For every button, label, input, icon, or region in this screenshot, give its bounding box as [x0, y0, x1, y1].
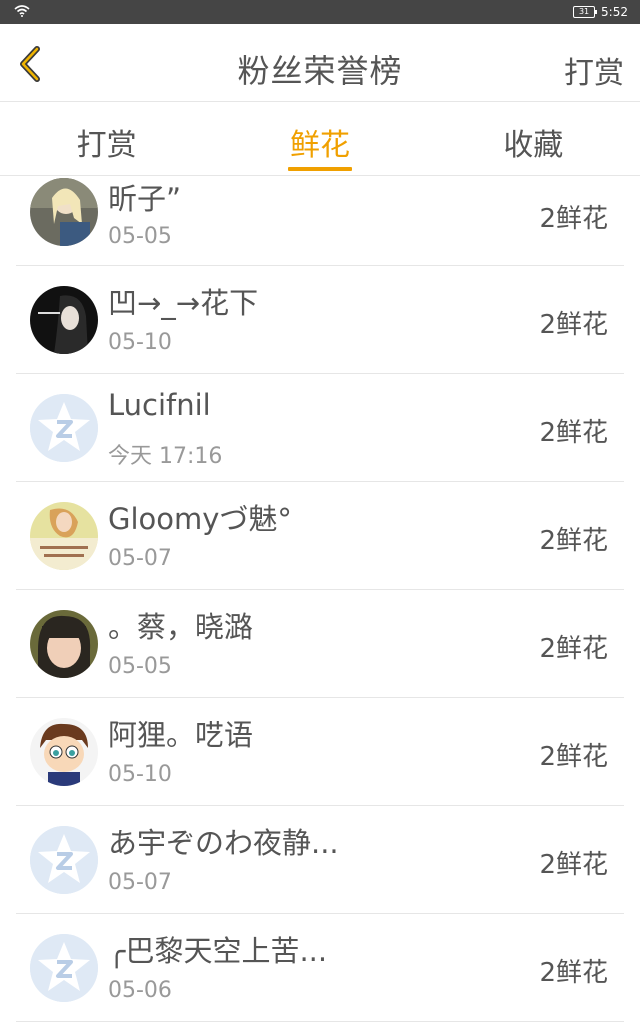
list-item[interactable]: 昕子” 05-05 2鲜花: [16, 176, 624, 266]
wifi-icon: [14, 4, 30, 20]
fan-name: 。蔡，晓潞: [108, 610, 254, 644]
tab-favorites[interactable]: 收藏: [427, 102, 640, 175]
fan-name: Lucifnil: [108, 388, 211, 422]
status-bar: 31 5:52: [0, 0, 640, 24]
list-item[interactable]: 凹→_→花下 05-10 2鲜花: [16, 266, 624, 374]
fan-date: 05-07: [108, 870, 172, 895]
avatar: [30, 178, 98, 246]
status-right: 31 5:52: [573, 5, 628, 19]
fan-name: 凹→_→花下: [108, 286, 259, 320]
tab-reward[interactable]: 打赏: [0, 102, 213, 175]
list-item[interactable]: Gloomyづ魅° 05-07 2鲜花: [16, 482, 624, 590]
avatar: [30, 286, 98, 354]
flower-count: 2鲜花: [539, 204, 608, 234]
avatar: [30, 610, 98, 678]
list-item[interactable]: Lucifnil 今天 17:16 2鲜花: [16, 374, 624, 482]
fan-name: Gloomyづ魅°: [108, 502, 292, 536]
fan-name: ╭巴黎天空上苦...: [108, 934, 328, 968]
tab-bar: 打赏 鲜花 收藏: [0, 102, 640, 176]
tab-label: 收藏: [503, 128, 564, 163]
active-tab-indicator: [287, 167, 352, 171]
default-avatar-icon: [30, 826, 98, 894]
fan-date: 05-10: [108, 330, 172, 355]
list-item[interactable]: 阿狸。呓语 05-10 2鲜花: [16, 698, 624, 806]
list-item[interactable]: あ宇ぞのわ夜静... 05-07 2鲜花: [16, 806, 624, 914]
avatar: [30, 502, 98, 570]
flower-count: 2鲜花: [539, 634, 608, 664]
fan-date: 05-05: [108, 654, 172, 679]
fan-date: 05-06: [108, 978, 172, 1003]
default-avatar-icon: [30, 394, 98, 462]
flower-count: 2鲜花: [539, 310, 608, 340]
fan-date: 05-05: [108, 224, 172, 249]
header: 粉丝荣誉榜 打赏: [0, 24, 640, 102]
fan-name: 昕子”: [108, 182, 182, 216]
fan-date: 05-07: [108, 546, 172, 571]
fan-date: 今天 17:16: [108, 444, 223, 469]
battery-icon: 31: [573, 6, 598, 18]
tab-label: 打赏: [76, 128, 137, 163]
avatar: [30, 718, 98, 786]
flower-count: 2鲜花: [539, 850, 608, 880]
fan-list[interactable]: 昕子” 05-05 2鲜花 凹→_→花下 05-10 2鲜花 Lucifnil …: [16, 176, 624, 1024]
battery-level: 31: [578, 7, 590, 16]
fan-name: 阿狸。呓语: [108, 718, 254, 752]
flower-count: 2鲜花: [539, 742, 608, 772]
reward-button[interactable]: 打赏: [564, 48, 624, 92]
tab-flowers[interactable]: 鲜花: [213, 102, 426, 175]
flower-count: 2鲜花: [539, 526, 608, 556]
list-item[interactable]: ╭巴黎天空上苦... 05-06 2鲜花: [16, 914, 624, 1022]
page-title: 粉丝荣誉榜: [237, 52, 403, 90]
flower-count: 2鲜花: [539, 418, 608, 448]
clock: 5:52: [601, 5, 628, 19]
fan-name: あ宇ぞのわ夜静...: [108, 826, 339, 860]
list-item[interactable]: 。蔡，晓潞 05-05 2鲜花: [16, 590, 624, 698]
flower-count: 2鲜花: [539, 958, 608, 988]
fan-date: 05-10: [108, 762, 172, 787]
default-avatar-icon: [30, 934, 98, 1002]
